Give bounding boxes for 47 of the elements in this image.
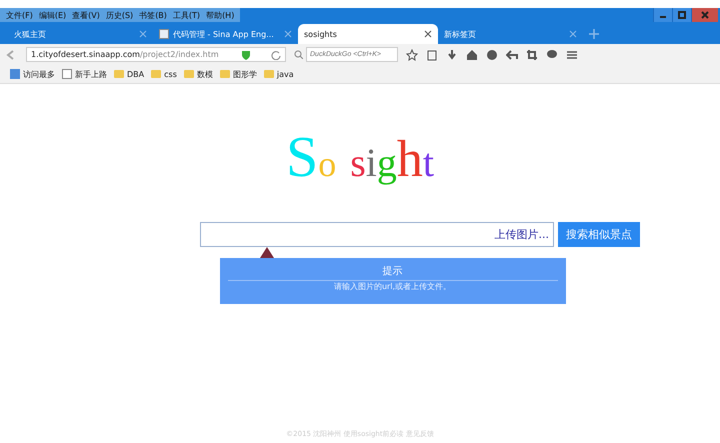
bookmark[interactable]: 图形学 <box>220 68 257 80</box>
star-icon[interactable] <box>406 48 418 60</box>
upload-link[interactable]: 上传图片... <box>494 227 549 242</box>
page-icon <box>159 29 169 39</box>
browser-tab[interactable]: 代码管理 - Sina App Eng... <box>153 24 298 44</box>
bookmark[interactable]: DBA <box>114 69 144 79</box>
tooltip-arrow <box>260 247 274 258</box>
maximize-icon[interactable] <box>672 8 691 22</box>
crop-icon[interactable] <box>526 48 538 60</box>
reply-icon[interactable] <box>506 48 518 60</box>
menu-icon[interactable] <box>566 48 578 60</box>
address-field[interactable]: 1.cityofdesert.sinaapp.com/project2/index.htm <box>26 47 286 62</box>
menu-item[interactable]: 工具(T) <box>172 10 200 20</box>
folder-icon <box>114 69 124 79</box>
folder-icon <box>184 69 194 79</box>
folder-icon <box>220 69 230 79</box>
bookmark[interactable]: 新手上路 <box>62 68 107 80</box>
reload-icon[interactable] <box>271 50 281 60</box>
bookmark[interactable]: 数模 <box>184 68 213 80</box>
search-icon <box>294 50 303 59</box>
browser-tab[interactable]: sosights <box>298 24 438 44</box>
browser-tab[interactable]: 新标签页 <box>438 24 583 44</box>
menu-item[interactable]: 历史(S) <box>106 10 134 20</box>
close-icon[interactable] <box>424 30 432 38</box>
search-field[interactable]: 上传图片... <box>200 222 554 247</box>
chart-icon <box>10 69 20 79</box>
download-icon[interactable] <box>446 48 458 60</box>
bookmark[interactable]: css <box>151 69 177 79</box>
menu-item[interactable]: 文件(F) <box>6 10 33 20</box>
home-icon[interactable] <box>466 48 478 60</box>
tooltip-title: 提示 <box>228 264 558 281</box>
menu-item[interactable]: 书签(B) <box>139 10 167 20</box>
folder-icon <box>151 69 162 79</box>
minimize-icon[interactable] <box>653 8 672 22</box>
logo: So sight <box>286 128 434 190</box>
search-button[interactable]: 搜索相似景点 <box>558 222 640 247</box>
close-icon[interactable] <box>691 8 718 22</box>
menu-item[interactable]: 查看(V) <box>72 10 100 20</box>
folder-icon <box>264 69 274 79</box>
browser-tab[interactable]: 火狐主页 <box>8 24 153 44</box>
tooltip-message: 请输入图片的url,或者上传文件。 <box>334 281 452 292</box>
menu-item[interactable]: 帮助(H) <box>206 10 234 20</box>
page-icon <box>62 69 72 79</box>
bookmark[interactable]: 访问最多 <box>10 68 55 80</box>
bookmark[interactable]: java <box>264 69 294 79</box>
shield-icon[interactable] <box>241 50 251 60</box>
menu-item[interactable]: 编辑(E) <box>38 10 66 20</box>
